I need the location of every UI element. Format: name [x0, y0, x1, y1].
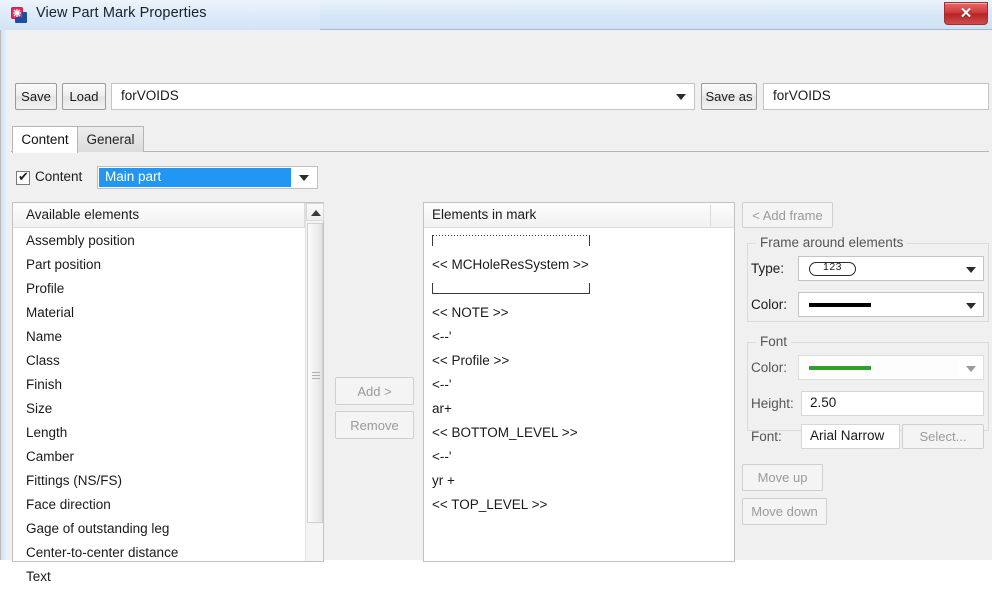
frame-type-combo-arrow[interactable]	[959, 257, 983, 280]
save-button[interactable]: Save	[15, 83, 57, 110]
elements-in-mark-header-label: Elements in mark	[432, 207, 537, 222]
available-elements-header: Available elements	[13, 203, 305, 228]
frame-color-combo-arrow[interactable]	[959, 293, 983, 316]
save-as-value: forVOIDS	[773, 88, 831, 103]
chevron-down-icon	[966, 267, 976, 273]
frame-type-label: Type:	[751, 261, 785, 276]
dialog-title: View Part Mark Properties	[36, 5, 207, 21]
mark-element-item[interactable]: << BOTTOM_LEVEL >>	[424, 421, 734, 445]
frame-group-legend: Frame around elements	[756, 235, 908, 250]
font-color-combo-arrow[interactable]	[959, 356, 983, 379]
frame-type-combo[interactable]: 123	[798, 256, 984, 281]
chevron-down-icon	[966, 366, 976, 372]
available-element-item[interactable]: Fittings (NS/FS)	[13, 469, 305, 493]
available-element-item[interactable]: Text	[13, 565, 305, 589]
frame-type-preview-text: 123	[822, 261, 843, 273]
move-up-button[interactable]: Move up	[742, 464, 823, 491]
mark-element-item[interactable]: <--'	[424, 445, 734, 469]
scrollbar-grip-icon	[312, 372, 320, 379]
available-element-item[interactable]: Size	[13, 397, 305, 421]
frame-start-marker[interactable]	[424, 229, 734, 253]
available-element-item[interactable]: Center-to-center distance	[13, 541, 305, 565]
available-element-item[interactable]: Camber	[13, 445, 305, 469]
scrollbar-thumb[interactable]	[307, 223, 323, 523]
available-element-item[interactable]: Part position	[13, 253, 305, 277]
content-type-value: Main part	[105, 169, 162, 184]
chevron-down-icon	[676, 94, 686, 100]
font-height-label: Height:	[751, 396, 794, 411]
scroll-up-button[interactable]	[306, 203, 324, 221]
font-name-value: Arial Narrow	[810, 428, 885, 443]
close-icon: ✕	[959, 5, 973, 22]
chevron-down-icon	[299, 175, 309, 181]
frame-end-marker[interactable]	[424, 277, 734, 301]
tekla-icon	[10, 6, 29, 24]
frame-color-label: Color:	[751, 297, 788, 312]
available-element-item[interactable]: Finish	[13, 373, 305, 397]
available-element-item[interactable]: Material	[13, 301, 305, 325]
mark-element-item[interactable]: ar+	[424, 397, 734, 421]
mark-element-item[interactable]: << NOTE >>	[424, 301, 734, 325]
mark-element-item[interactable]: yr +	[424, 469, 734, 493]
available-elements-scrollbar[interactable]	[305, 203, 324, 561]
available-elements-items: Assembly position Part position Profile Mat…	[13, 229, 305, 589]
save-as-input[interactable]: forVOIDS	[763, 83, 989, 110]
properties-name-value: forVOIDS	[121, 88, 179, 103]
available-elements-list: Available elements Assembly position Part…	[12, 202, 324, 584]
font-color-combo[interactable]	[798, 355, 984, 380]
frame-color-combo[interactable]	[798, 292, 984, 317]
mark-element-item[interactable]: << MCHoleResSystem >>	[424, 253, 734, 277]
elements-in-mark-header: Elements in mark	[424, 203, 734, 228]
available-elements-header-label: Available elements	[26, 207, 140, 222]
column-divider[interactable]	[710, 205, 711, 226]
mark-element-item[interactable]: <--'	[424, 325, 734, 349]
chevron-down-icon	[966, 303, 976, 309]
load-button[interactable]: Load	[62, 83, 106, 110]
font-color-swatch	[809, 366, 871, 370]
elements-in-mark-items: << MCHoleResSystem >> << NOTE >> <--' << Pr…	[424, 229, 734, 517]
mark-element-item[interactable]: <--'	[424, 373, 734, 397]
dialog-left-edge	[1, 30, 7, 560]
save-as-button[interactable]: Save as	[701, 83, 757, 110]
font-height-input[interactable]: 2.50	[801, 391, 984, 416]
font-color-label: Color:	[751, 360, 788, 375]
tabstrip: Content General	[11, 126, 989, 153]
font-group-legend: Font	[756, 334, 792, 349]
tab-content[interactable]: Content	[12, 126, 78, 153]
frame-type-preview-icon: 123	[809, 261, 856, 276]
available-element-item[interactable]: Gage of outstanding leg	[13, 517, 305, 541]
close-button[interactable]: ✕	[944, 2, 988, 25]
available-element-item[interactable]: Class	[13, 349, 305, 373]
font-name-value-box[interactable]: Arial Narrow	[801, 424, 900, 449]
elements-in-mark-list: Elements in mark << MCHoleResSystem >> <<…	[423, 202, 735, 562]
available-element-item[interactable]: Assembly position	[13, 229, 305, 253]
remove-button[interactable]: Remove	[335, 411, 414, 439]
dialog-body: Save Load forVOIDS Save as forVOIDS Cont…	[0, 30, 992, 584]
content-label: Content	[35, 169, 83, 184]
checkmark-icon: ✔	[18, 170, 29, 185]
font-select-button[interactable]: Select...	[902, 424, 984, 449]
properties-name-combo[interactable]: forVOIDS	[111, 83, 695, 110]
tab-general[interactable]: General	[77, 126, 144, 152]
content-type-selected: Main part	[99, 168, 291, 187]
dialog-titlebar: View Part Mark Properties ✕	[0, 0, 992, 30]
properties-name-combo-arrow[interactable]	[668, 84, 694, 109]
available-element-item[interactable]: Profile	[13, 277, 305, 301]
mark-element-item[interactable]: << TOP_LEVEL >>	[424, 493, 734, 517]
font-name-label: Font:	[751, 429, 782, 444]
mark-element-item[interactable]: << Profile >>	[424, 349, 734, 373]
font-height-value: 2.50	[810, 395, 837, 410]
add-frame-button[interactable]: < Add frame	[742, 202, 833, 228]
content-checkbox[interactable]: ✔	[16, 171, 30, 185]
content-type-combo[interactable]: Main part	[97, 166, 318, 189]
content-type-combo-arrow[interactable]	[291, 167, 317, 188]
available-element-item[interactable]: Length	[13, 421, 305, 445]
triangle-up-icon	[311, 210, 321, 216]
available-element-item[interactable]: Name	[13, 325, 305, 349]
frame-color-swatch	[809, 303, 871, 307]
add-button[interactable]: Add >	[335, 377, 414, 405]
available-element-item[interactable]: Face direction	[13, 493, 305, 517]
part-mark-properties-dialog: View Part Mark Properties ✕ Save Load fo…	[0, 0, 992, 584]
move-down-button[interactable]: Move down	[742, 498, 827, 525]
